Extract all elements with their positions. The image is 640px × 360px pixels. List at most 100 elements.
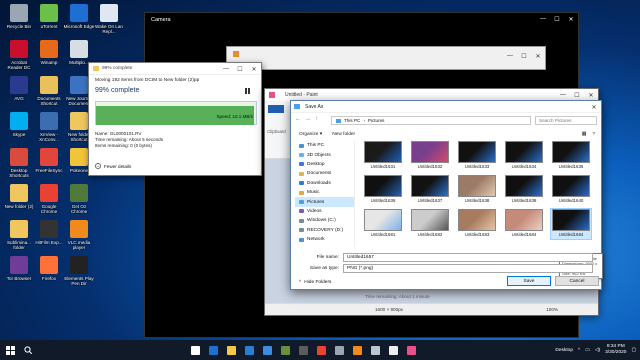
desktop-icon-avg[interactable]: AVG (4, 76, 34, 110)
nav-item-desktop[interactable]: Desktop (295, 160, 354, 169)
file-thumbnail[interactable]: Untitled1681 (363, 209, 403, 239)
taskbar-sketch-button[interactable] (330, 340, 348, 360)
search-input[interactable]: Search Pictures (535, 116, 597, 125)
file-thumbnail[interactable]: Untitled1634 (504, 141, 544, 171)
address-bar[interactable]: This PC › Pictures (331, 116, 531, 125)
maximize-icon[interactable]: ☐ (517, 50, 531, 62)
taskbar-minecraft-button[interactable] (276, 340, 294, 360)
nav-item-music[interactable]: Music (295, 188, 354, 197)
desktop-toolbar-label[interactable]: Desktop (555, 348, 573, 353)
taskbar-chrome-button[interactable] (312, 340, 330, 360)
file-thumbnail[interactable]: Untitled1639 (504, 175, 544, 205)
close-icon[interactable]: ✕ (531, 50, 545, 62)
back-icon[interactable]: ← (295, 116, 301, 122)
file-thumbnail[interactable]: Untitled1684 (504, 209, 544, 239)
taskbar-camera-button[interactable] (384, 340, 402, 360)
file-thumbnail[interactable]: Untitled1635 (551, 141, 591, 171)
desktop-icon-google-chrome[interactable]: Google Chrome (34, 184, 64, 218)
clock[interactable]: 8:34 PM 3/30/2020 (605, 344, 626, 356)
taskbar-mail-button[interactable] (258, 340, 276, 360)
taskbar-steam-button[interactable] (366, 340, 384, 360)
taskbar-photos-button[interactable] (294, 340, 312, 360)
breadcrumb-pictures[interactable]: Pictures (368, 118, 385, 123)
notifications-icon[interactable]: ▢ (631, 348, 636, 353)
taskbar-file-explorer-button[interactable] (222, 340, 240, 360)
nav-item-windows-c[interactable]: Windows (C:) (295, 216, 354, 225)
desktop-icon-skype[interactable]: Skype (4, 112, 34, 146)
start-button[interactable] (0, 340, 20, 360)
organize-button[interactable]: Organize ▾ (299, 132, 322, 137)
taskbar-paint-button[interactable] (402, 340, 420, 360)
hide-folders-toggle[interactable]: ^ Hide Folders (299, 280, 331, 285)
nav-item-downloads[interactable]: Downloads (295, 179, 354, 188)
file-thumbnail[interactable]: Untitled1632 (410, 141, 450, 171)
desktop-icon-documents-shortcut[interactable]: Documents Shortcut (34, 76, 64, 110)
nav-item-documents[interactable]: Documents (295, 169, 354, 178)
desktop-icon-firefox[interactable]: Firefox (34, 256, 64, 290)
save-as-dialog[interactable]: Save As ✕ ← → ↑ This PC › Pictures Searc… (290, 100, 603, 290)
file-thumbnail[interactable]: Untitled1637 (410, 175, 450, 205)
minimize-icon[interactable]: — (219, 63, 233, 75)
nav-item-this-pc[interactable]: This PC (295, 141, 354, 150)
file-thumbnail[interactable]: Untitled1633 (457, 141, 497, 171)
desktop-icon-winamp[interactable]: Winamp (34, 40, 64, 74)
desktop-icon-recycle-bin[interactable]: Recycle Bin (4, 4, 34, 38)
desktop-icon-freefilesync[interactable]: FreeFileSync (34, 148, 64, 182)
nav-item-recovery-d[interactable]: RECOVERY (D:) (295, 226, 354, 235)
desktop-icon-elements-play-pen-dir[interactable]: Elements Play Pen Dir (64, 256, 94, 290)
nav-item-pictures[interactable]: Pictures (295, 197, 354, 207)
file-tab[interactable] (268, 105, 284, 113)
minimize-icon[interactable]: — (503, 50, 517, 62)
file-thumbnail[interactable]: Untitled1684 (550, 208, 592, 240)
background-window[interactable]: — ☐ ✕ (226, 46, 546, 70)
desktop-icon-desktop-shortcuts[interactable]: Desktop Shortcuts (4, 148, 34, 182)
desktop-icon-new-folder-2[interactable]: New folder (2) (4, 184, 34, 218)
save-button[interactable]: Save (507, 276, 551, 286)
close-icon[interactable]: ✕ (587, 101, 601, 113)
search-button[interactable] (20, 340, 36, 360)
view-options-icon[interactable]: ▦ (582, 132, 587, 137)
desktop-icon-xnview-xnconv[interactable]: XnView - XnConv... (34, 112, 64, 146)
taskbar-edge-button[interactable] (204, 340, 222, 360)
help-icon[interactable]: ? (592, 132, 595, 137)
file-thumbnail[interactable]: Untitled1683 (457, 209, 497, 239)
network-icon[interactable]: ▭ (585, 348, 590, 353)
maximize-icon[interactable]: ☐ (233, 63, 247, 75)
desktop-icon-vlc-media-player[interactable]: VLC media player (64, 220, 94, 254)
up-icon[interactable]: ↑ (315, 116, 318, 122)
taskbar-vlc-button[interactable] (348, 340, 366, 360)
desktop-icon-acrobat-reader-dc[interactable]: Acrobat Reader DC (4, 40, 34, 74)
volume-icon[interactable]: ◁) (595, 348, 600, 353)
taskbar-store-button[interactable] (240, 340, 258, 360)
desktop-icon-microsoft-edge[interactable]: Microsoft Edge (64, 4, 94, 38)
file-thumbnail[interactable]: Untitled1631 (363, 141, 403, 171)
pause-icon[interactable] (245, 88, 255, 94)
save-type-select[interactable]: PNG (*.png) (343, 264, 593, 273)
nav-item-videos[interactable]: Videos (295, 207, 354, 216)
forward-icon[interactable]: → (305, 116, 311, 122)
breadcrumb-this-pc[interactable]: This PC (344, 118, 360, 123)
desktop-icon-tor-browser[interactable]: Tor Browser (4, 256, 34, 290)
nav-item-3d-objects[interactable]: 3D Objects (295, 150, 354, 159)
cancel-button[interactable]: Cancel (555, 276, 599, 286)
close-icon[interactable]: ✕ (564, 13, 578, 25)
copy-progress-dialog[interactable]: 99% complete — ☐ ✕ Moving 192 items from D… (88, 62, 262, 176)
desktop-icon-utorrent[interactable]: uTorrent (34, 4, 64, 38)
desktop-icon-get-oz-chrome[interactable]: Get Oz Chrome (64, 184, 94, 218)
file-thumbnail[interactable]: Untitled1638 (457, 175, 497, 205)
nav-item-network[interactable]: Network (295, 235, 354, 244)
desktop-icon-hitfilm-exp[interactable]: HitFilm Exp... (34, 220, 64, 254)
chevron-up-icon[interactable]: ^ (578, 348, 580, 353)
file-thumbnail[interactable]: Untitled1640 (551, 175, 591, 205)
taskbar-task-view-button[interactable] (186, 340, 204, 360)
file-name-input[interactable]: Untitled1657 (343, 253, 593, 262)
minimize-icon[interactable]: — (536, 13, 550, 25)
close-icon[interactable]: ✕ (247, 63, 261, 75)
desktop-icon-sublimina-folder[interactable]: Sublimina... folder (4, 220, 34, 254)
file-thumbnail[interactable]: Untitled1682 (410, 209, 450, 239)
fewer-details-toggle[interactable]: ^ Fewer details (95, 163, 131, 169)
new-folder-button[interactable]: New folder (332, 132, 355, 137)
maximize-icon[interactable]: ☐ (550, 13, 564, 25)
desktop-icon-wake-on-lan-repl[interactable]: Wake On Lan Repl... (94, 4, 124, 38)
file-thumbnail[interactable]: Untitled1636 (363, 175, 403, 205)
